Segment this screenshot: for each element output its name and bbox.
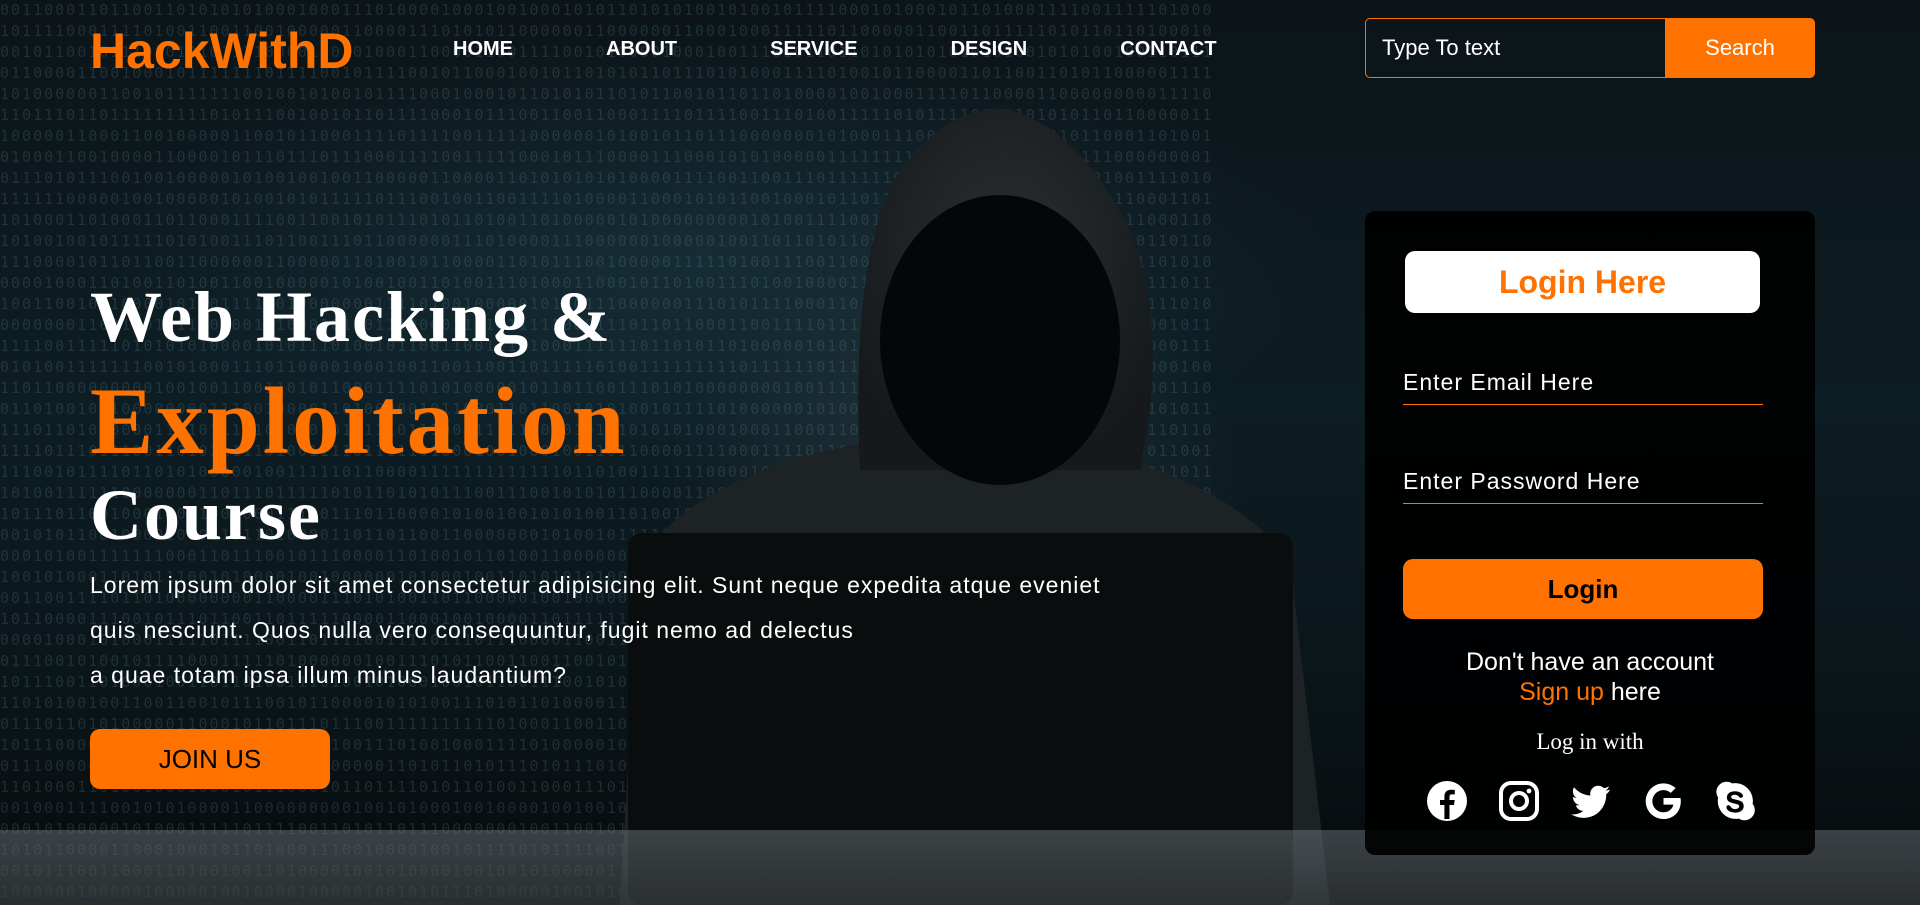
hero-paragraph-line: a quae totam ipsa illum minus laudantium… xyxy=(90,662,567,688)
login-title: Login Here xyxy=(1405,251,1760,313)
search-input[interactable] xyxy=(1365,18,1665,78)
nav-contact[interactable]: CONTACT xyxy=(1120,38,1216,61)
nav-about[interactable]: ABOUT xyxy=(606,38,677,61)
hero-paragraph-line: quis nesciunt. Quos nulla vero consequun… xyxy=(90,617,854,643)
login-card: Login Here Login Don't have an account S… xyxy=(1365,211,1815,855)
signup-here-text: here xyxy=(1603,678,1661,706)
google-icon[interactable] xyxy=(1641,779,1685,823)
join-us-button[interactable]: JOIN US xyxy=(90,729,330,789)
hero-title-line1: Web Hacking & xyxy=(90,277,613,357)
main-nav: HOME ABOUT SERVICE DESIGN CONTACT xyxy=(453,38,1217,61)
search-button[interactable]: Search xyxy=(1665,18,1815,78)
email-field[interactable] xyxy=(1403,361,1763,405)
signup-prompt: Don't have an account Sign up here xyxy=(1365,647,1815,707)
nav-home[interactable]: HOME xyxy=(453,38,513,61)
twitter-icon[interactable] xyxy=(1569,779,1613,823)
site-logo[interactable]: HackWithD xyxy=(90,22,353,80)
login-button[interactable]: Login xyxy=(1403,559,1763,619)
instagram-icon[interactable] xyxy=(1497,779,1541,823)
hero-title-highlight: Exploitation xyxy=(90,368,628,474)
nav-service[interactable]: SERVICE xyxy=(770,38,857,61)
hero-paragraph-line: Lorem ipsum dolor sit amet consectetur a… xyxy=(90,572,1101,598)
nav-design[interactable]: DESIGN xyxy=(951,38,1028,61)
search-bar: Search xyxy=(1365,18,1815,78)
facebook-icon[interactable] xyxy=(1425,779,1469,823)
hero-paragraph: Lorem ipsum dolor sit amet consectetur a… xyxy=(90,563,1240,698)
password-field[interactable] xyxy=(1403,460,1763,504)
social-login-icons xyxy=(1425,779,1757,823)
no-account-text: Don't have an account xyxy=(1466,648,1714,676)
login-with-label: Log in with xyxy=(1536,729,1644,754)
skype-icon[interactable] xyxy=(1713,779,1757,823)
signup-link[interactable]: Sign up xyxy=(1519,678,1604,706)
hero-title-line3: Course xyxy=(90,475,322,555)
